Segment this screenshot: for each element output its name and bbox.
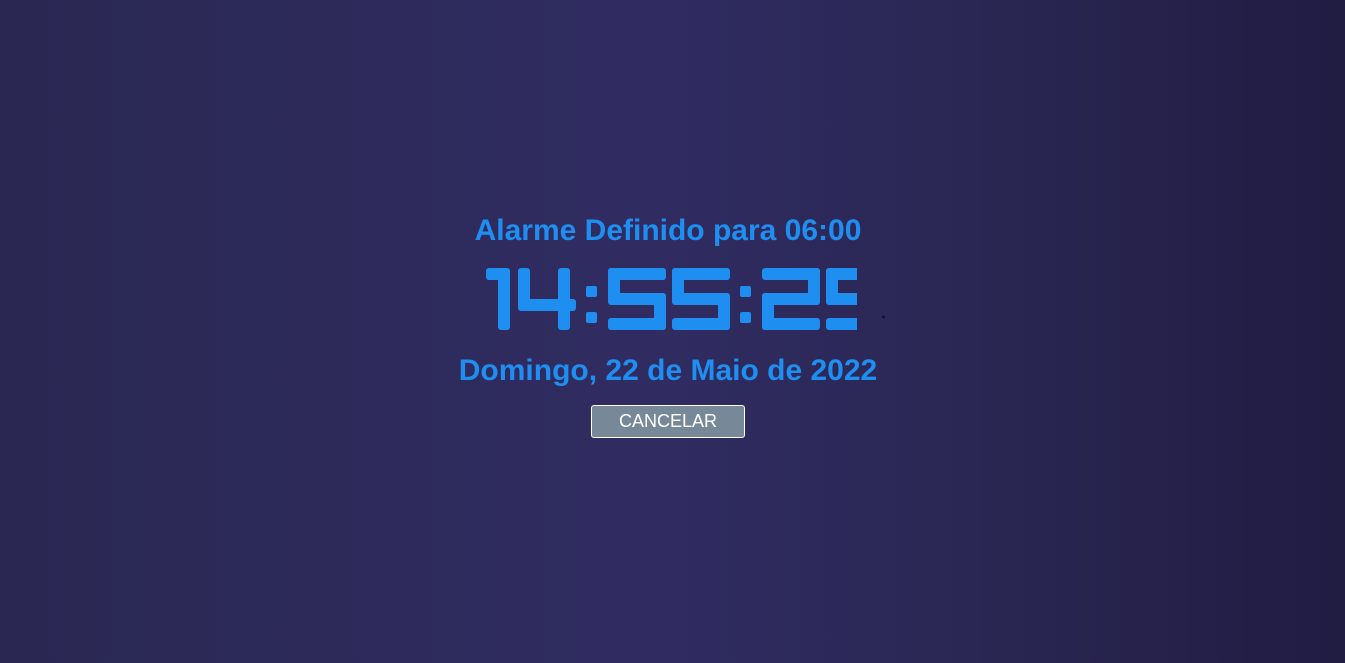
time-digit	[518, 268, 576, 330]
clock-time-digits	[486, 268, 857, 330]
time-digit	[608, 268, 666, 330]
alarm-clock-panel: Alarme Definido para 06:00 Domingo, 22 d…	[0, 0, 1345, 663]
time-digit	[672, 268, 730, 330]
time-digit	[826, 268, 857, 330]
cancel-alarm-button[interactable]: CANCELAR	[591, 405, 745, 438]
time-separator	[740, 286, 751, 323]
clock-date-label: Domingo, 22 de Maio de 2022	[458, 354, 878, 387]
time-digit	[486, 268, 510, 330]
decorative-mark	[881, 315, 886, 319]
clock-time-display	[482, 256, 857, 346]
time-digit	[762, 268, 820, 330]
alarm-status-label: Alarme Definido para 06:00	[474, 214, 862, 247]
time-separator	[586, 286, 597, 323]
